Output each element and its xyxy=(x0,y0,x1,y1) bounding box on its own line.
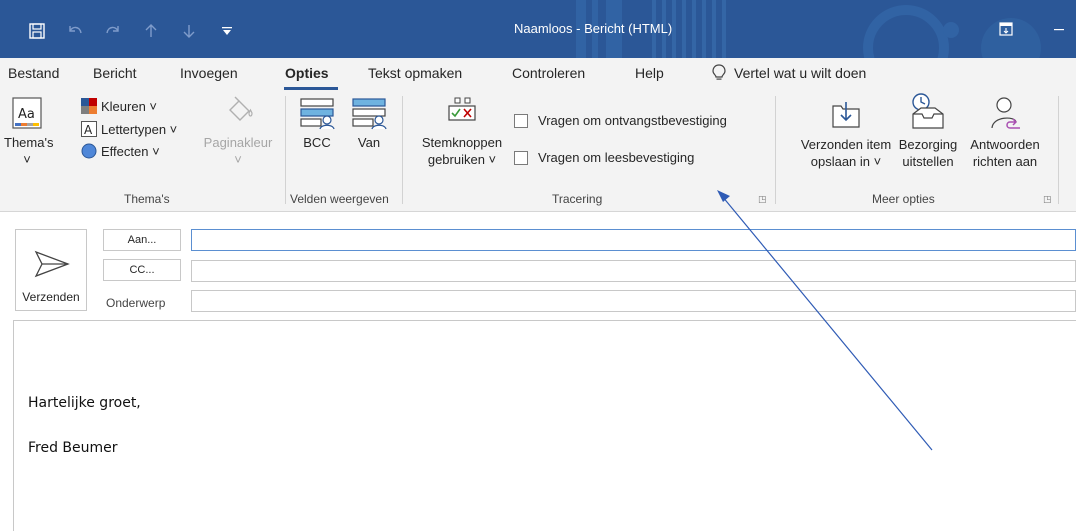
delay-delivery-button[interactable]: Bezorging uitstellen xyxy=(890,92,966,170)
bcc-button[interactable]: BCC xyxy=(298,96,336,151)
send-icon xyxy=(34,250,70,278)
to-field[interactable] xyxy=(191,229,1076,251)
fonts-label: Lettertypen ˅ xyxy=(101,121,178,137)
more-options-dialog-launcher-icon[interactable]: ◳ xyxy=(1043,194,1052,205)
quick-access-toolbar xyxy=(26,20,238,42)
themes-button[interactable]: Aa Thema's ˅ xyxy=(4,96,54,168)
ribbon-tabs: Bestand Bericht Invoegen Opties Tekst op… xyxy=(0,58,1076,90)
save-sent-item-icon xyxy=(832,102,860,128)
ribbon: Aa Thema's ˅ Kleuren ˅ A Lettertypen ˅ E… xyxy=(0,90,1076,212)
colors-label: Kleuren ˅ xyxy=(101,98,158,114)
group-label-tracking: Tracering xyxy=(552,192,603,206)
effects-icon xyxy=(81,143,97,159)
delivery-receipt-checkbox[interactable]: Vragen om ontvangstbevestiging xyxy=(514,113,727,128)
direct-label-line2: richten aan xyxy=(972,154,1038,169)
group-separator xyxy=(285,96,286,204)
message-body[interactable] xyxy=(13,320,1076,531)
lightbulb-icon xyxy=(712,64,726,80)
colors-icon xyxy=(81,98,97,114)
redo-icon[interactable] xyxy=(102,20,124,42)
group-separator xyxy=(402,96,403,204)
up-icon[interactable] xyxy=(140,20,162,42)
to-button[interactable]: Aan... xyxy=(103,229,181,251)
voting-label-line1: Stemknoppen xyxy=(421,135,503,150)
page-color-chevron: ˅ xyxy=(234,152,242,167)
delay-delivery-icon xyxy=(912,93,944,129)
themes-chevron: ˅ xyxy=(23,152,31,167)
cc-field[interactable] xyxy=(191,260,1076,282)
tab-bestand[interactable]: Bestand xyxy=(8,65,59,81)
direct-replies-button[interactable]: Antwoorden richten aan xyxy=(960,94,1050,170)
tab-bericht[interactable]: Bericht xyxy=(93,65,137,81)
subject-label: Onderwerp xyxy=(106,296,166,310)
cc-button[interactable]: CC... xyxy=(103,259,181,281)
from-label: Van xyxy=(357,135,381,150)
tell-me-box[interactable]: Vertel wat u wilt doen xyxy=(712,64,866,82)
delay-label-line1: Bezorging xyxy=(898,137,958,152)
tracking-dialog-launcher-icon[interactable]: ◳ xyxy=(758,194,767,205)
delay-label-line2: uitstellen xyxy=(902,154,954,169)
body-signature: Fred Beumer xyxy=(28,440,118,456)
bcc-label: BCC xyxy=(303,135,331,150)
read-receipt-label: Vragen om leesbevestiging xyxy=(538,150,695,165)
window-title: Naamloos - Bericht (HTML) xyxy=(514,21,673,36)
read-receipt-box[interactable] xyxy=(514,150,528,165)
direct-replies-icon xyxy=(991,97,1020,129)
delivery-receipt-box[interactable] xyxy=(514,113,528,128)
group-separator xyxy=(1058,96,1059,204)
svg-text:Aa: Aa xyxy=(18,107,35,122)
paint-bucket-icon xyxy=(229,96,253,121)
fonts-icon: A xyxy=(81,121,97,137)
tab-invoegen[interactable]: Invoegen xyxy=(180,65,238,81)
group-label-more-options: Meer opties xyxy=(872,192,935,206)
send-label: Verzenden xyxy=(22,290,80,304)
group-separator xyxy=(775,96,776,204)
colors-button[interactable]: Kleuren ˅ xyxy=(81,98,157,114)
read-receipt-checkbox[interactable]: Vragen om leesbevestiging xyxy=(514,150,694,165)
from-icon xyxy=(352,98,387,130)
voting-buttons-icon xyxy=(448,97,476,121)
minimize-icon[interactable] xyxy=(1048,18,1070,40)
themes-icon: Aa xyxy=(12,97,42,129)
bcc-icon xyxy=(300,98,335,130)
tell-me-label: Vertel wat u wilt doen xyxy=(734,65,867,81)
title-bar: Naamloos - Bericht (HTML) xyxy=(0,0,1076,58)
themes-label: Thema's xyxy=(4,135,54,150)
save-icon[interactable] xyxy=(26,20,48,42)
tab-controleren[interactable]: Controleren xyxy=(512,65,585,81)
effects-button[interactable]: Effecten ˅ xyxy=(81,143,160,159)
direct-label-line1: Antwoorden xyxy=(970,137,1040,152)
delivery-receipt-label: Vragen om ontvangstbevestiging xyxy=(538,113,727,128)
from-button[interactable]: Van xyxy=(350,96,388,151)
voting-label-line2: gebruiken ˅ xyxy=(427,152,497,167)
voting-buttons-button[interactable]: Stemknoppen gebruiken ˅ xyxy=(414,96,510,168)
svg-text:A: A xyxy=(84,123,93,137)
group-label-themes: Thema's xyxy=(124,192,170,206)
tab-help[interactable]: Help xyxy=(635,65,664,81)
fonts-button[interactable]: A Lettertypen ˅ xyxy=(81,121,177,137)
customize-icon[interactable] xyxy=(216,20,238,42)
page-color-button[interactable]: Paginakleur ˅ xyxy=(196,96,280,168)
tab-tekst-opmaken[interactable]: Tekst opmaken xyxy=(368,65,462,81)
undo-icon[interactable] xyxy=(64,20,86,42)
effects-label: Effecten ˅ xyxy=(101,143,160,159)
subject-field[interactable] xyxy=(191,290,1076,312)
compose-pane: Verzenden Aan... CC... Onderwerp Harteli… xyxy=(0,212,1076,531)
ribbon-display-options-icon[interactable] xyxy=(995,18,1017,40)
down-icon[interactable] xyxy=(178,20,200,42)
tab-opties[interactable]: Opties xyxy=(285,65,329,81)
body-greeting: Hartelijke groet, xyxy=(28,395,141,411)
page-color-label: Paginakleur xyxy=(203,135,273,150)
send-button[interactable]: Verzenden xyxy=(15,229,87,311)
group-label-fields: Velden weergeven xyxy=(290,192,389,206)
